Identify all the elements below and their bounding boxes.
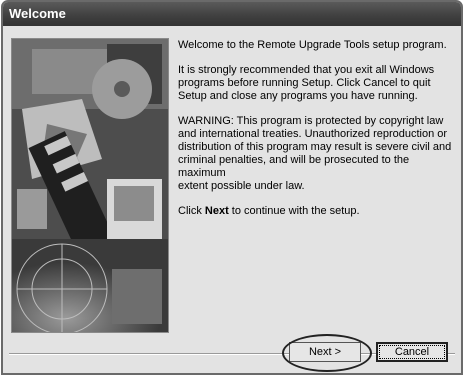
exit-programs-paragraph: It is strongly recommended that you exit… [178,64,435,102]
continue-prefix: Click [178,205,205,217]
setup-collage-image [11,38,169,333]
welcome-text: Welcome to the Remote Upgrade Tools setu… [178,39,456,230]
dialog-client: Welcome to the Remote Upgrade Tools setu… [3,26,461,373]
window-title: Welcome [3,2,461,26]
welcome-paragraph: Welcome to the Remote Upgrade Tools setu… [178,39,447,51]
setup-window: Welcome Welcome to the Remote Upgrade To… [1,0,463,375]
copyright-warning-paragraph: WARNING: This program is protected by co… [178,115,452,192]
continue-instruction: Click Next to continue with the setup. [178,205,456,218]
next-button[interactable]: Next > [289,342,361,362]
next-emphasis: Next [204,205,229,217]
cancel-button[interactable]: Cancel [376,342,448,362]
continue-suffix: to continue with the setup. [228,205,360,217]
collage-graphic [12,39,168,332]
